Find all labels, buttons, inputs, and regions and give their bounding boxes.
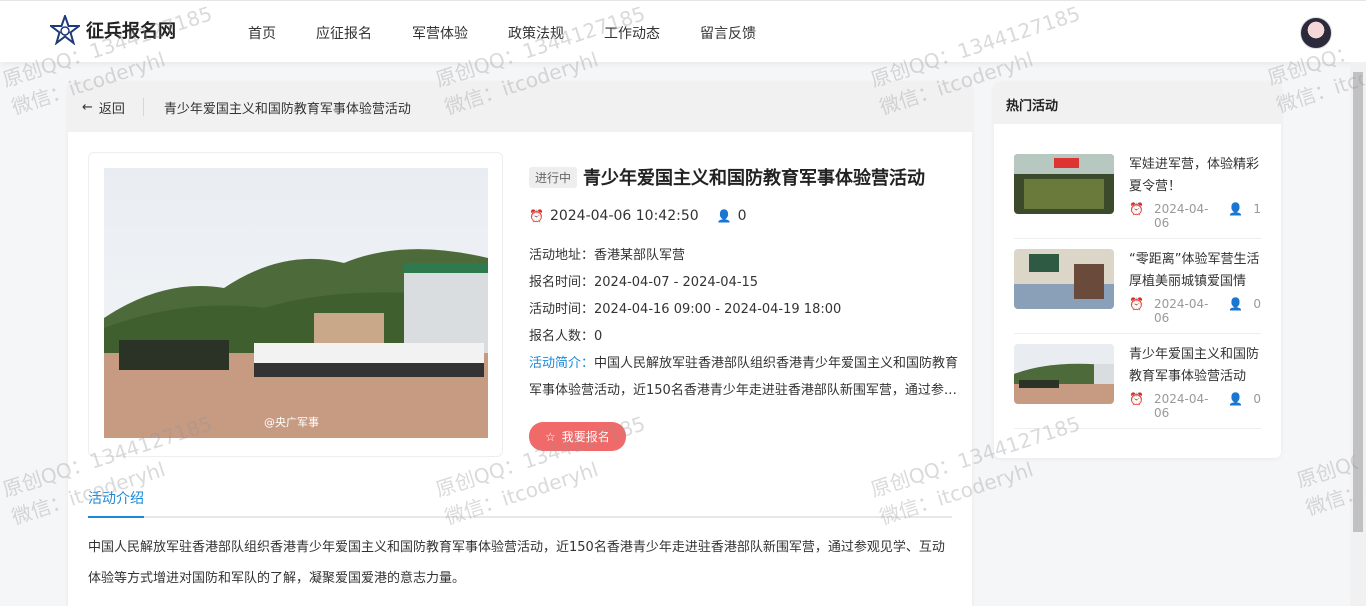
sidebar-title: 热门活动: [994, 82, 1281, 124]
address-label: 活动地址：: [529, 248, 595, 263]
detail-tabs: 活动介绍: [88, 486, 952, 518]
brand-logo[interactable]: 征兵报名网: [50, 15, 176, 45]
hot-activity-item[interactable]: “零距离”体验军营生活 厚植美丽城镇爱国情 ⏰ 2024-04-06 👤 0: [1014, 239, 1261, 334]
alarm-clock-icon: ⏰: [1129, 392, 1144, 406]
hot-activity-title: 青少年爱国主义和国防教育军事体验营活动: [1129, 347, 1260, 384]
arrow-left-icon: ←: [82, 99, 93, 115]
hot-activity-item[interactable]: 军娃进军营，体验精彩夏令营！ ⏰ 2024-04-06 👤 1: [1014, 144, 1261, 239]
hot-activity-count: 0: [1253, 297, 1261, 311]
hot-activity-thumbnail: [1014, 249, 1114, 309]
brand-name: 征兵报名网: [86, 21, 176, 42]
nav-feedback[interactable]: 留言反馈: [700, 23, 756, 43]
hot-activity-date: 2024-04-06: [1153, 392, 1209, 420]
hot-activity-item[interactable]: 青少年爱国主义和国防教育军事体验营活动 ⏰ 2024-04-06 👤 0: [1014, 334, 1261, 429]
count-label: 报名人数：: [529, 329, 595, 344]
person-icon: 👤: [1228, 297, 1244, 311]
back-label: 返回: [98, 101, 125, 117]
signup-value: 2024-04-07 - 2024-04-15: [594, 275, 759, 290]
hot-activity-thumbnail: [1014, 154, 1114, 214]
activity-date: 2024-04-06 10:42:50: [549, 208, 699, 224]
activity-photo: @央广军事: [104, 168, 488, 438]
intro-label: 活动简介：: [529, 356, 595, 371]
activity-detail-panel: ← 返回 青少年爱国主义和国防教育军事体验营活动 @央广军事 进行中 青少年爱国…: [68, 82, 972, 606]
top-navbar: 征兵报名网 首页 应征报名 军营体验 政策法规 工作动态 留言反馈: [0, 0, 1366, 62]
apply-button-label: 我要报名: [561, 430, 610, 444]
breadcrumb-current: 青少年爱国主义和国防教育军事体验营活动: [163, 101, 411, 117]
signup-label: 报名时间：: [529, 275, 595, 290]
hot-activities-sidebar: 热门活动 军娃进军营，体验精彩夏令营！ ⏰ 2024-04-06 👤 1 “零距离”…: [994, 82, 1281, 458]
signup-row: 报名时间：2024-04-07 - 2024-04-15: [529, 269, 959, 296]
nav-camp-experience[interactable]: 军营体验: [412, 23, 468, 43]
person-icon: 👤: [1228, 392, 1244, 406]
activity-title: 青少年爱国主义和国防教育军事体验营活动: [583, 168, 926, 189]
time-value: 2024-04-16 09:00 - 2024-04-19 18:00: [594, 302, 842, 317]
photo-caption: @央广军事: [264, 416, 319, 429]
hot-activity-title: 军娃进军营，体验精彩夏令营！: [1129, 157, 1260, 194]
alarm-clock-icon: ⏰: [1129, 297, 1144, 311]
hot-activity-count: 0: [1253, 392, 1261, 406]
alarm-clock-icon: ⏰: [529, 209, 544, 223]
nav-policy[interactable]: 政策法规: [508, 23, 564, 43]
time-row: 活动时间：2024-04-16 09:00 - 2024-04-19 18:00: [529, 296, 959, 323]
main-nav: 首页 应征报名 军营体验 政策法规 工作动态 留言反馈: [248, 23, 796, 43]
hot-activity-date: 2024-04-06: [1153, 202, 1209, 230]
person-icon: 👤: [1228, 202, 1244, 216]
activity-info: 进行中 青少年爱国主义和国防教育军事体验营活动 ⏰ 2024-04-06 10:…: [529, 164, 959, 451]
nav-news[interactable]: 工作动态: [604, 23, 660, 43]
activity-views: 0: [737, 208, 747, 224]
hot-activity-title: “零距离”体验军营生活 厚植美丽城镇爱国情: [1129, 252, 1260, 289]
scrollbar-thumb[interactable]: [1353, 72, 1363, 532]
star-icon: ☆: [545, 429, 556, 444]
alarm-clock-icon: ⏰: [1129, 202, 1144, 216]
nav-home[interactable]: 首页: [248, 23, 276, 43]
status-badge: 进行中: [529, 166, 578, 188]
apply-button[interactable]: ☆ 我要报名: [529, 422, 626, 451]
activity-description: 中国人民解放军驻香港部队组织香港青少年爱国主义和国防教育军事体验营活动，近150…: [88, 540, 945, 586]
user-avatar[interactable]: [1300, 17, 1332, 49]
back-button[interactable]: ← 返回: [82, 98, 144, 117]
count-value: 0: [594, 329, 603, 344]
page-scrollbar[interactable]: [1350, 62, 1366, 606]
person-icon: 👤: [716, 209, 732, 223]
star-badge-icon: [50, 15, 80, 45]
tab-activity-intro[interactable]: 活动介绍: [88, 488, 144, 518]
intro-value: 中国人民解放军驻香港部队组织香港青少年爱国主义和国防教育军事体验营活动，近150…: [529, 356, 959, 398]
address-row: 活动地址：香港某部队军营: [529, 242, 959, 269]
nav-enlist[interactable]: 应征报名: [316, 23, 372, 43]
hot-activity-thumbnail: [1014, 344, 1114, 404]
count-row: 报名人数：0: [529, 323, 959, 350]
hot-activity-count: 1: [1253, 202, 1261, 216]
time-label: 活动时间：: [529, 302, 595, 317]
intro-row: 活动简介：中国人民解放军驻香港部队组织香港青少年爱国主义和国防教育军事体验营活动…: [529, 350, 959, 404]
breadcrumb: ← 返回 青少年爱国主义和国防教育军事体验营活动: [68, 82, 972, 132]
hot-activity-date: 2024-04-06: [1153, 297, 1209, 325]
address-value: 香港某部队军营: [594, 248, 686, 263]
activity-photo-card: @央广军事: [88, 152, 503, 457]
